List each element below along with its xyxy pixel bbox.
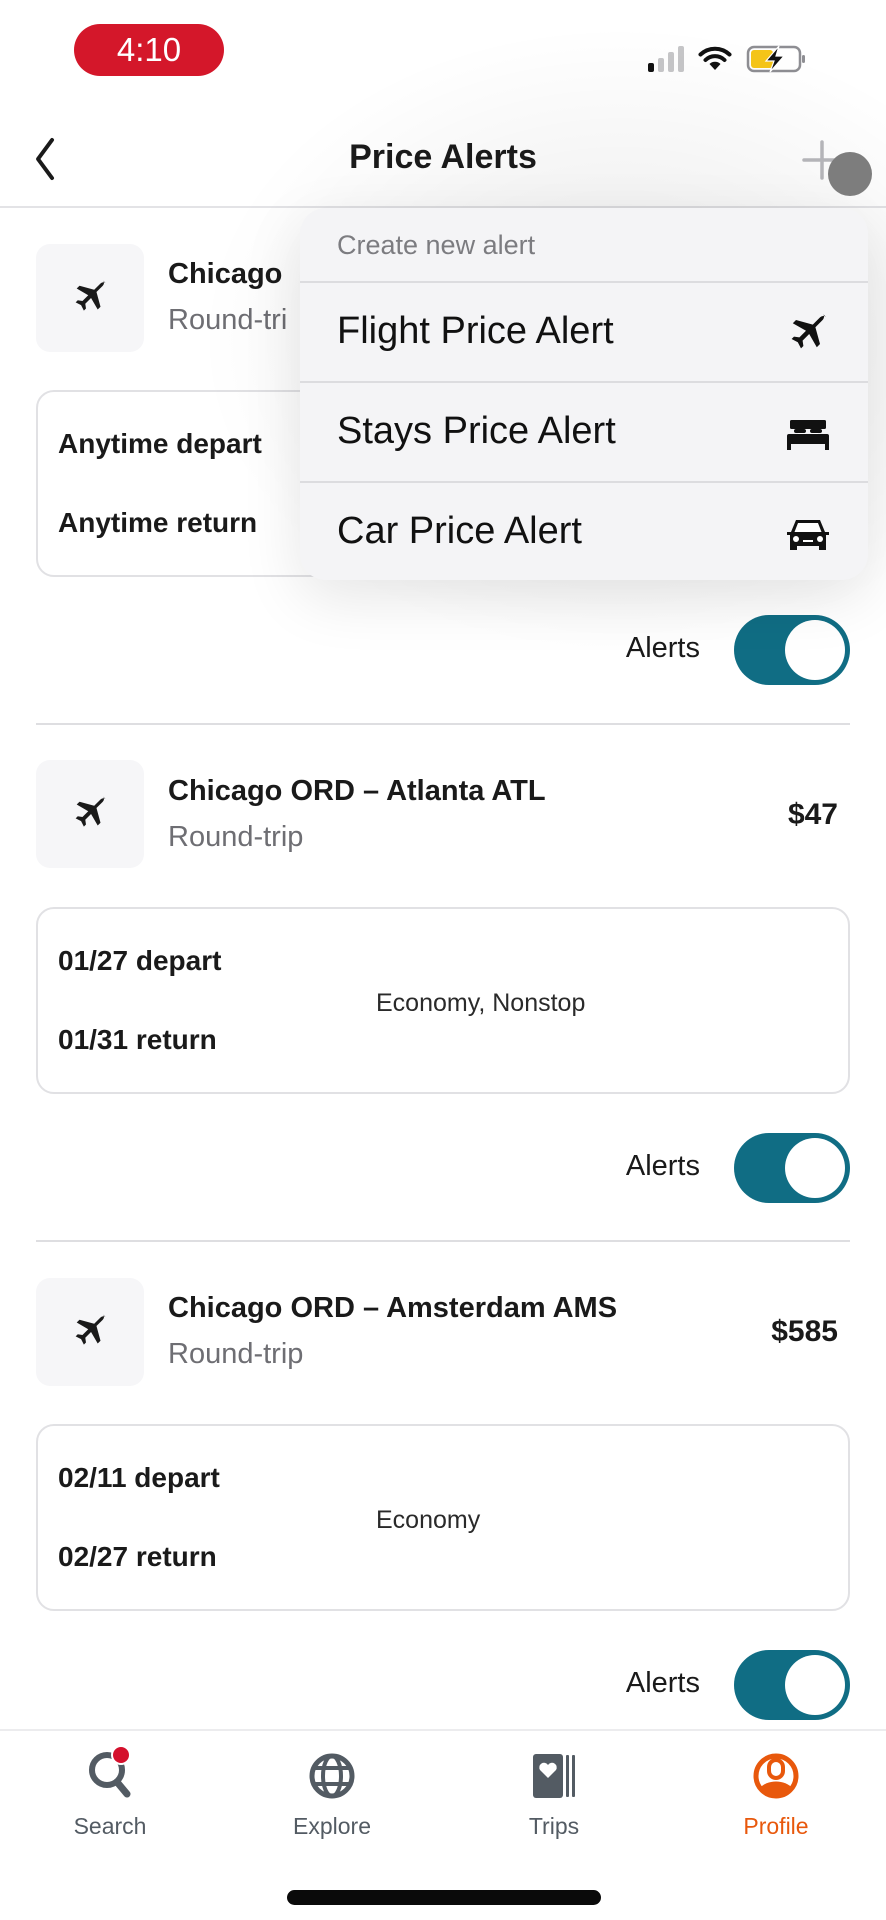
status-time: 4:10 bbox=[74, 24, 224, 76]
battery-charging-icon bbox=[746, 45, 805, 73]
tab-explore[interactable]: Explore bbox=[252, 1738, 412, 1848]
cabin-info: Economy bbox=[376, 1506, 481, 1534]
menu-item-flight-price-alert[interactable]: Flight Price Alert bbox=[300, 282, 868, 382]
airplane-icon bbox=[75, 1314, 106, 1345]
menu-item-label: Stays Price Alert bbox=[337, 410, 616, 452]
depart-date: 01/27 depart bbox=[58, 945, 222, 976]
section-divider bbox=[36, 723, 850, 725]
tab-label: Search bbox=[73, 1813, 147, 1839]
return-date: Anytime return bbox=[58, 507, 258, 538]
tab-label: Trips bbox=[528, 1813, 580, 1839]
globe-icon bbox=[309, 1753, 355, 1799]
menu-header: Create new alert bbox=[337, 230, 536, 260]
alert-price: $585 bbox=[771, 1315, 838, 1348]
status-icons bbox=[648, 44, 808, 74]
trips-icon bbox=[533, 1754, 575, 1798]
alert-details[interactable]: 01/27 depart Economy, Nonstop 01/31 retu… bbox=[36, 907, 850, 1094]
flight-icon-box bbox=[36, 244, 144, 352]
tab-trips[interactable]: Trips bbox=[474, 1738, 634, 1848]
profile-icon bbox=[753, 1753, 799, 1799]
alert-details[interactable]: 02/11 depart Economy 02/27 return bbox=[36, 1424, 850, 1611]
alerts-label: Alerts bbox=[625, 1667, 700, 1699]
alert-route: Chicago ORD – Atlanta ATL bbox=[168, 775, 546, 807]
tab-label: Profile bbox=[743, 1813, 809, 1839]
menu-item-car-price-alert[interactable]: Car Price Alert bbox=[300, 482, 868, 580]
flight-icon-box bbox=[36, 1278, 144, 1386]
alerts-toggle[interactable] bbox=[734, 1650, 850, 1720]
tab-bar-divider bbox=[0, 1729, 886, 1731]
alert-trip-type: Round-trip bbox=[168, 821, 304, 853]
alert-route: Chicago ORD – Amsterdam AMS bbox=[168, 1292, 618, 1324]
section-divider bbox=[36, 1240, 850, 1242]
wifi-icon bbox=[698, 46, 732, 70]
airplane-icon bbox=[75, 280, 106, 311]
touch-indicator bbox=[828, 152, 872, 196]
bed-icon bbox=[787, 420, 829, 450]
home-indicator[interactable] bbox=[287, 1890, 601, 1905]
alerts-label: Alerts bbox=[625, 1150, 700, 1182]
airplane-icon bbox=[791, 314, 826, 349]
alerts-toggle[interactable] bbox=[734, 1133, 850, 1203]
cabin-info: Economy, Nonstop bbox=[376, 989, 586, 1017]
menu-item-label: Flight Price Alert bbox=[337, 310, 614, 352]
car-icon bbox=[787, 520, 829, 550]
page-title: Price Alerts bbox=[349, 138, 537, 176]
tab-label: Explore bbox=[293, 1813, 371, 1839]
menu-item-stays-price-alert[interactable]: Stays Price Alert bbox=[300, 382, 868, 482]
alerts-label: Alerts bbox=[625, 632, 700, 664]
menu-item-label: Car Price Alert bbox=[337, 510, 582, 552]
tab-search[interactable]: Search bbox=[30, 1738, 190, 1848]
flight-icon-box bbox=[36, 760, 144, 868]
tab-profile[interactable]: Profile bbox=[696, 1738, 856, 1848]
return-date: 02/27 return bbox=[58, 1541, 217, 1572]
depart-date: 02/11 depart bbox=[58, 1462, 220, 1493]
airplane-icon bbox=[75, 796, 106, 827]
alert-trip-type: Round-tri bbox=[168, 304, 288, 336]
create-alert-menu: Create new alert Flight Price Alert Stay… bbox=[300, 208, 868, 580]
return-date: 01/31 return bbox=[58, 1024, 217, 1055]
alert-price: $47 bbox=[787, 798, 838, 831]
depart-date: Anytime depart bbox=[58, 428, 262, 459]
alert-trip-type: Round-trip bbox=[168, 1338, 304, 1370]
alerts-toggle[interactable] bbox=[734, 615, 850, 685]
search-icon bbox=[89, 1745, 131, 1798]
cellular-signal-icon bbox=[648, 46, 684, 72]
alert-route: Chicago bbox=[168, 258, 283, 290]
